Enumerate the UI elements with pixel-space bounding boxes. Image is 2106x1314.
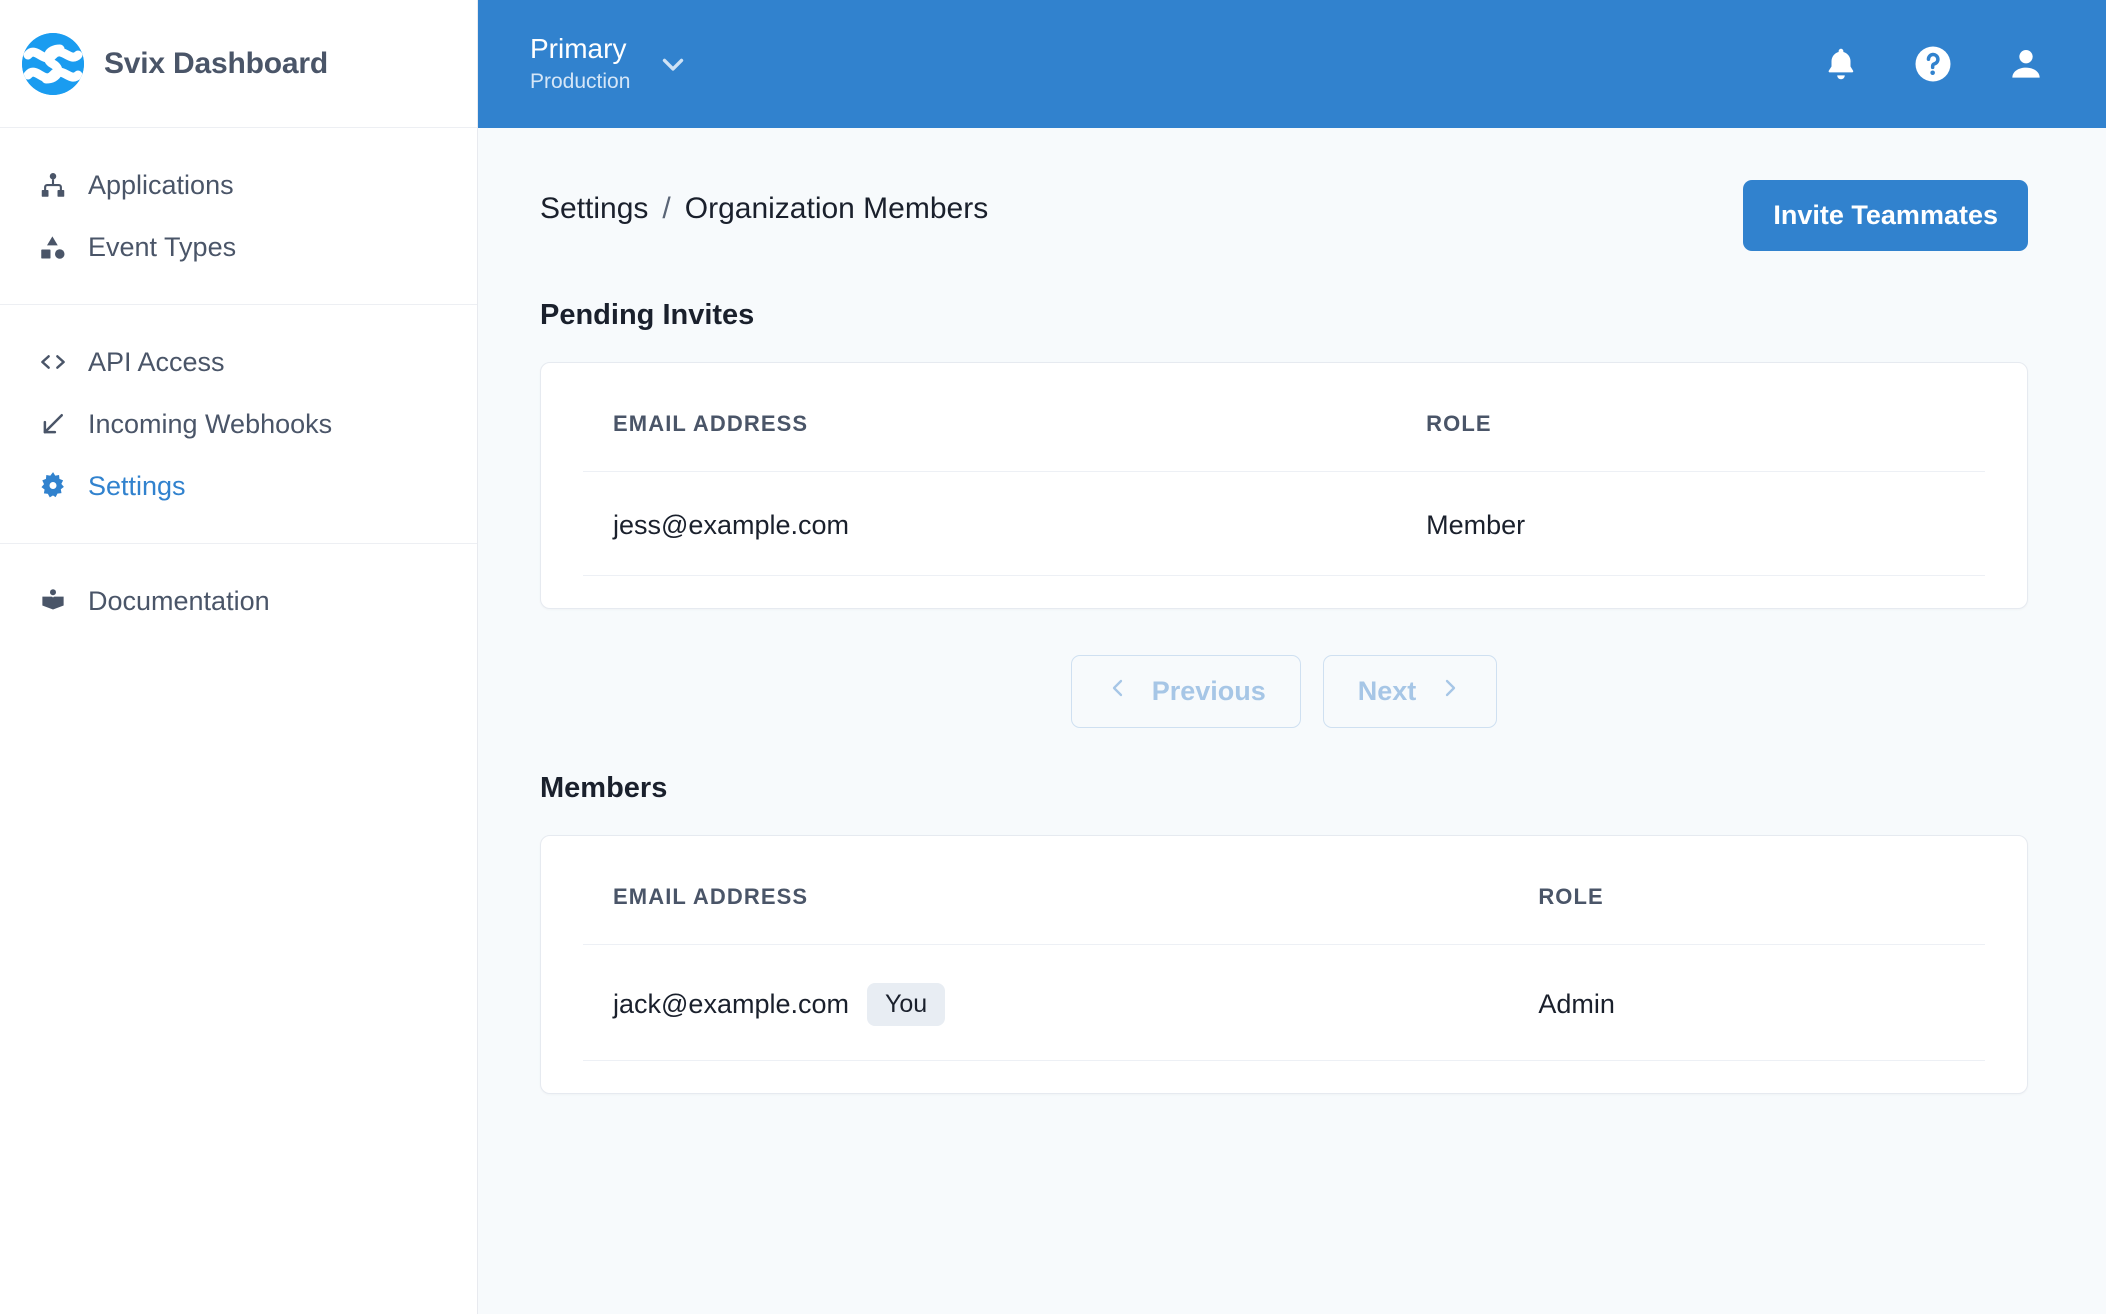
sidebar-item-documentation[interactable]: Documentation: [0, 570, 477, 632]
pending-invites-table: EMAIL ADDRESS ROLE jess@example.com Memb…: [583, 363, 1985, 576]
previous-page-button[interactable]: Previous: [1071, 655, 1301, 728]
previous-page-label: Previous: [1152, 676, 1266, 707]
sidebar-item-api-access[interactable]: API Access: [0, 331, 477, 393]
content-area: Settings / Organization Members Invite T…: [478, 128, 2106, 1314]
sidebar-item-applications[interactable]: Applications: [0, 154, 477, 216]
table-header-row: EMAIL ADDRESS ROLE: [583, 836, 1985, 945]
next-page-label: Next: [1358, 676, 1417, 707]
column-header-role: ROLE: [1396, 363, 1985, 472]
environment-texts: Primary Production: [530, 32, 630, 95]
environment-type: Production: [530, 68, 630, 95]
cell-role: Admin: [1508, 945, 1985, 1061]
sitemap-icon: [36, 170, 70, 200]
sidebar-item-label: Documentation: [88, 588, 270, 615]
arrow-down-left-icon: [36, 409, 70, 439]
members-title: Members: [540, 772, 2028, 805]
column-header-email: EMAIL ADDRESS: [583, 363, 1396, 472]
member-email: jack@example.com: [613, 989, 849, 1020]
column-header-role: ROLE: [1508, 836, 1985, 945]
main-area: Primary Production: [478, 0, 2106, 1314]
topbar: Primary Production: [478, 0, 2106, 128]
brand-name: Svix Dashboard: [104, 47, 328, 81]
chevron-down-icon[interactable]: [656, 47, 690, 81]
sidebar: Svix Dashboard Applications: [0, 0, 478, 1314]
cell-role: Member: [1396, 472, 1985, 576]
breadcrumb-separator: /: [662, 192, 670, 226]
topbar-icon-group: [1822, 43, 2070, 85]
breadcrumb: Settings / Organization Members: [540, 180, 988, 226]
environment-switcher[interactable]: Primary Production: [530, 32, 690, 95]
gear-icon: [36, 471, 70, 501]
table-row[interactable]: jess@example.com Member: [583, 472, 1985, 576]
table-header-row: EMAIL ADDRESS ROLE: [583, 363, 1985, 472]
code-brackets-icon: [36, 347, 70, 377]
members-table: EMAIL ADDRESS ROLE jack@example.com You: [583, 836, 1985, 1061]
pending-invites-card: EMAIL ADDRESS ROLE jess@example.com Memb…: [540, 362, 2028, 609]
pending-invites-title: Pending Invites: [540, 299, 2028, 332]
environment-name: Primary: [530, 32, 630, 65]
shapes-icon: [36, 232, 70, 262]
brand-header[interactable]: Svix Dashboard: [0, 0, 477, 128]
sidebar-item-event-types[interactable]: Event Types: [0, 216, 477, 278]
breadcrumb-parent[interactable]: Settings: [540, 192, 648, 226]
table-head: EMAIL ADDRESS ROLE: [583, 836, 1985, 945]
column-header-email: EMAIL ADDRESS: [583, 836, 1508, 945]
bell-icon[interactable]: [1822, 45, 1860, 83]
chevron-left-icon: [1106, 676, 1130, 707]
card-bottom-padding: [583, 1061, 1985, 1093]
table-body: jess@example.com Member: [583, 472, 1985, 576]
svix-logo-icon: [22, 33, 84, 95]
table-head: EMAIL ADDRESS ROLE: [583, 363, 1985, 472]
sidebar-item-label: Settings: [88, 473, 186, 500]
members-card: EMAIL ADDRESS ROLE jack@example.com You: [540, 835, 2028, 1094]
app-root: Svix Dashboard Applications: [0, 0, 2106, 1314]
sidebar-item-settings[interactable]: Settings: [0, 455, 477, 517]
sidebar-group-primary: Applications Event Types: [0, 128, 477, 305]
sidebar-item-label: Incoming Webhooks: [88, 411, 332, 438]
content-header: Settings / Organization Members Invite T…: [540, 180, 2028, 251]
sidebar-item-incoming-webhooks[interactable]: Incoming Webhooks: [0, 393, 477, 455]
next-page-button[interactable]: Next: [1323, 655, 1498, 728]
table-row[interactable]: jack@example.com You Admin: [583, 945, 1985, 1061]
table-body: jack@example.com You Admin: [583, 945, 1985, 1061]
sidebar-group-tertiary: Documentation: [0, 544, 477, 658]
cell-email: jess@example.com: [583, 472, 1396, 576]
sidebar-item-label: API Access: [88, 349, 225, 376]
book-icon: [36, 586, 70, 616]
chevron-right-icon: [1438, 676, 1462, 707]
email-with-badge: jack@example.com You: [613, 983, 1508, 1026]
pending-invites-pagination: Previous Next: [540, 655, 2028, 728]
help-circle-icon[interactable]: [1912, 43, 1954, 85]
user-icon[interactable]: [2006, 44, 2046, 84]
sidebar-group-secondary: API Access Incoming Webhooks: [0, 305, 477, 544]
invite-teammates-button[interactable]: Invite Teammates: [1743, 180, 2028, 251]
you-badge: You: [867, 983, 945, 1026]
breadcrumb-current: Organization Members: [685, 192, 988, 226]
cell-email: jack@example.com You: [583, 945, 1508, 1061]
sidebar-item-label: Event Types: [88, 234, 236, 261]
sidebar-item-label: Applications: [88, 172, 234, 199]
card-bottom-padding: [583, 576, 1985, 608]
